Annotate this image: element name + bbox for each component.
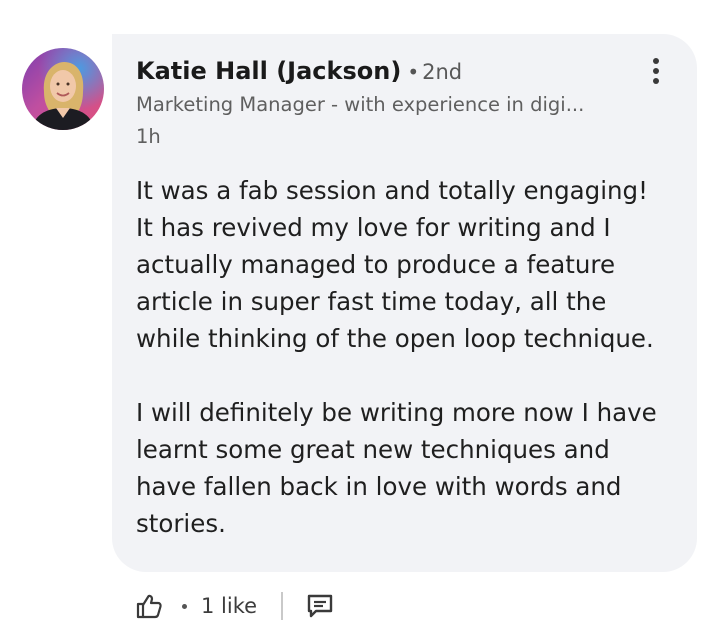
comment-timestamp: 1h [136, 125, 161, 148]
comment-line: I will definitely be writing more now I … [136, 398, 657, 427]
connection-degree: 2nd [422, 60, 463, 84]
comment-actions: 1 like [134, 588, 335, 624]
author-name[interactable]: Katie Hall (Jackson) [136, 57, 401, 85]
more-options-button[interactable] [642, 58, 670, 94]
like-count[interactable]: 1 like [201, 594, 257, 618]
thumbs-up-icon[interactable] [134, 591, 164, 621]
comment-line: have fallen back in love with words and [136, 472, 622, 501]
comment-header: Katie Hall (Jackson) • 2nd [136, 54, 462, 91]
author-avatar[interactable] [22, 48, 104, 130]
comment-text: It was a fab session and totally engagin… [136, 172, 676, 542]
comment-line: while thinking of the open loop techniqu… [136, 324, 654, 353]
comment-line: actually managed to produce a feature [136, 250, 616, 279]
comment-line: learnt some great new techniques and [136, 435, 610, 464]
avatar-photo [22, 48, 104, 130]
comment-icon[interactable] [305, 591, 335, 621]
separator-dot: • [407, 60, 420, 84]
comment-line: stories. [136, 509, 226, 538]
comment-line: It has revived my love for writing and I [136, 213, 611, 242]
action-divider [281, 592, 284, 620]
separator-dot [182, 603, 187, 609]
more-vertical-icon [642, 58, 670, 84]
author-headline: Marketing Manager - with experience in d… [136, 93, 585, 116]
comment-line: article in super fast time today, all th… [136, 287, 607, 316]
comment-line: It was a fab session and totally engagin… [136, 176, 648, 205]
